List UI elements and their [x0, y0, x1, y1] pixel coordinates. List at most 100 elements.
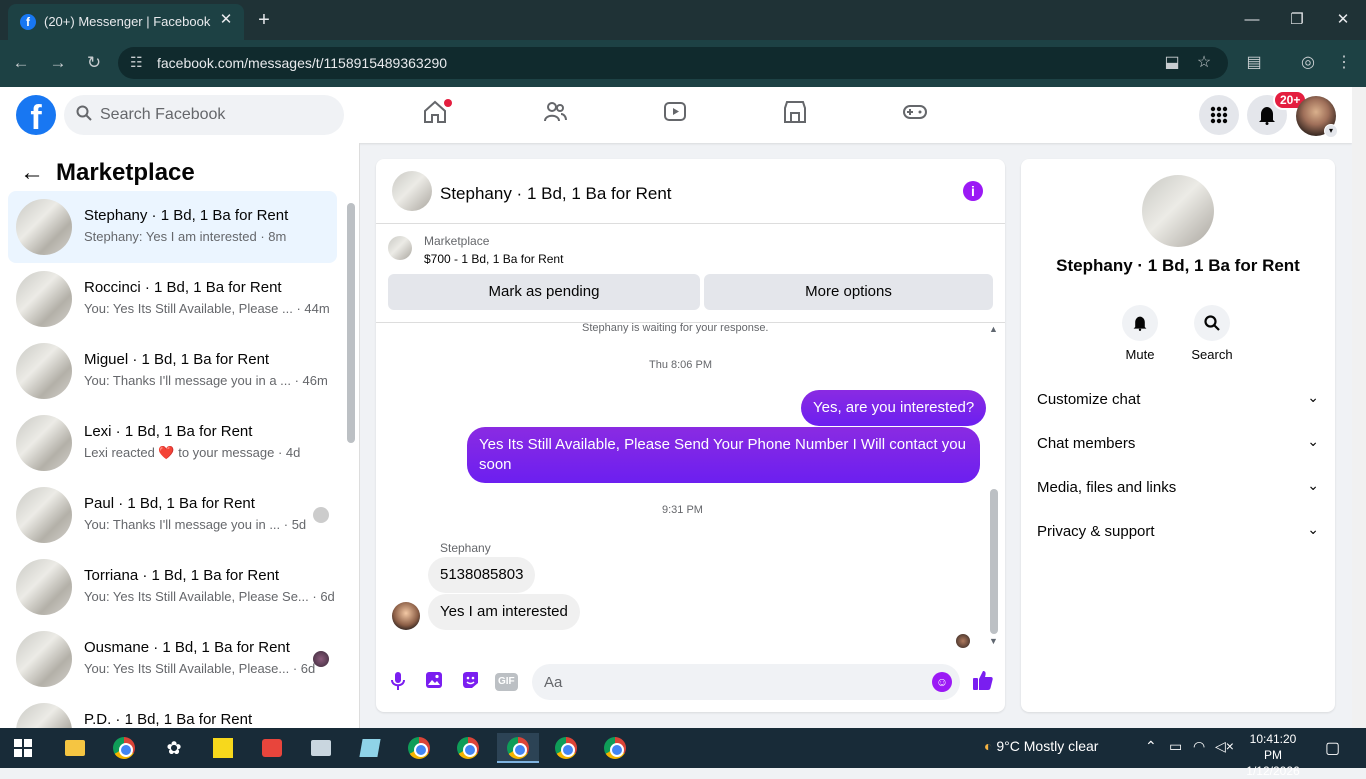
search-input[interactable]: [100, 95, 330, 135]
listing-thumbnail[interactable]: [388, 236, 412, 260]
start-windows-icon[interactable]: [8, 733, 38, 763]
facebook-search[interactable]: [64, 95, 344, 135]
browser-tab[interactable]: f (20+) Messenger | Facebook ✕: [8, 4, 244, 40]
weather-widget[interactable]: ◐ 9°C Mostly clear: [984, 738, 1098, 754]
maximize-icon[interactable]: ❐: [1282, 8, 1312, 32]
menu-grid-icon[interactable]: [1199, 95, 1239, 135]
app-icon[interactable]: [257, 733, 287, 763]
incoming-message[interactable]: Yes I am interested: [428, 594, 580, 630]
back-icon[interactable]: ←: [10, 52, 32, 74]
marketplace-icon[interactable]: [782, 99, 814, 131]
media-controls-icon[interactable]: ▤: [1243, 52, 1265, 74]
page-scrollbar[interactable]: [1352, 87, 1366, 728]
privacy-support-section[interactable]: Privacy & support ⌄: [1037, 513, 1319, 553]
file-explorer-icon[interactable]: [60, 733, 90, 763]
notification-center-icon[interactable]: ▢: [1325, 738, 1340, 758]
microphone-icon[interactable]: [387, 671, 409, 693]
sender-name: Stephany: [440, 541, 491, 555]
conversation-item[interactable]: Lexi · 1 Bd, 1 Ba for Rent Lexi reacted …: [8, 407, 337, 479]
conversation-name: P.D. · 1 Bd, 1 Ba for Rent: [84, 711, 253, 728]
friends-icon[interactable]: [542, 99, 574, 131]
conversation-name: Miguel · 1 Bd, 1 Ba for Rent: [84, 351, 270, 368]
conversation-item[interactable]: Roccinci · 1 Bd, 1 Ba for Rent You: Yes …: [8, 263, 337, 335]
home-icon[interactable]: [422, 99, 454, 131]
listing-avatar: [16, 415, 72, 471]
chrome-icon[interactable]: [109, 733, 139, 763]
chat-window: Stephany · 1 Bd, 1 Ba for Rent i Marketp…: [376, 159, 1005, 712]
sticker-icon[interactable]: [459, 671, 481, 693]
conversation-item[interactable]: Miguel · 1 Bd, 1 Ba for Rent You: Thanks…: [8, 335, 337, 407]
chat-avatar[interactable]: [392, 171, 432, 211]
chrome-icon[interactable]: [600, 733, 630, 763]
chrome-icon[interactable]: [497, 733, 539, 763]
bookmark-star-icon[interactable]: ☆: [1193, 52, 1215, 74]
windows-taskbar: ✿ ◐ 9°C Mostly clear ⌃ ▭ ◠ ◁× 10:41:20 P…: [0, 728, 1366, 778]
conversation-item[interactable]: P.D. · 1 Bd, 1 Ba for Rent: [8, 695, 337, 728]
outgoing-message[interactable]: Yes Its Still Available, Please Send You…: [467, 427, 980, 483]
close-window-icon[interactable]: ✕: [1328, 8, 1358, 32]
photo-icon[interactable]: [423, 671, 445, 693]
message-composer: GIF ☺: [376, 659, 1005, 709]
mute-action[interactable]: Mute: [1110, 305, 1170, 362]
conversation-item[interactable]: Ousmane · 1 Bd, 1 Ba for Rent You: Yes I…: [8, 623, 337, 695]
chat-title[interactable]: Stephany · 1 Bd, 1 Ba for Rent: [440, 184, 672, 204]
menu-icon[interactable]: ⋮: [1333, 52, 1355, 74]
close-tab-icon[interactable]: ✕: [216, 10, 236, 30]
chrome-icon[interactable]: [551, 733, 581, 763]
emoji-icon[interactable]: ☺: [932, 672, 952, 692]
scroll-down-arrow-icon[interactable]: ▼: [989, 636, 998, 646]
listing-title[interactable]: $700 - 1 Bd, 1 Ba for Rent: [424, 252, 563, 266]
battery-icon[interactable]: ▭: [1169, 738, 1182, 755]
back-arrow-icon[interactable]: ←: [20, 159, 44, 187]
scroll-up-arrow-icon[interactable]: ▲: [989, 324, 998, 334]
sender-avatar[interactable]: [392, 602, 420, 630]
incoming-message[interactable]: 5138085803: [428, 557, 536, 593]
facebook-logo[interactable]: f: [16, 95, 56, 135]
gaming-icon[interactable]: [902, 99, 934, 131]
outgoing-message[interactable]: Yes, are you interested?: [801, 390, 987, 426]
info-icon[interactable]: i: [963, 181, 983, 201]
profile-icon[interactable]: ◎: [1297, 52, 1319, 74]
app-icon[interactable]: [306, 733, 336, 763]
address-bar[interactable]: ☷ facebook.com/messages/t/11589154893632…: [118, 47, 1228, 79]
mark-pending-button[interactable]: Mark as pending: [388, 274, 700, 310]
chat-members-section[interactable]: Chat members ⌄: [1037, 425, 1319, 465]
conversation-item[interactable]: Torriana · 1 Bd, 1 Ba for Rent You: Yes …: [8, 551, 337, 623]
customize-chat-section[interactable]: Customize chat ⌄: [1037, 381, 1319, 421]
contact-name: Stephany · 1 Bd, 1 Ba for Rent: [1056, 256, 1300, 275]
app-icon[interactable]: [355, 733, 385, 763]
media-files-links-section[interactable]: Media, files and links ⌄: [1037, 469, 1319, 509]
new-tab-button[interactable]: +: [254, 8, 274, 32]
listing-avatar: [16, 271, 72, 327]
install-app-icon[interactable]: ⬓: [1161, 52, 1183, 74]
forward-icon[interactable]: →: [47, 52, 69, 74]
more-options-button[interactable]: More options: [704, 274, 993, 310]
watch-icon[interactable]: [662, 99, 694, 131]
chrome-icon[interactable]: [404, 733, 434, 763]
listing-avatar: [16, 631, 72, 687]
chevron-up-icon[interactable]: ⌃: [1145, 738, 1157, 755]
conversation-item[interactable]: Paul · 1 Bd, 1 Ba for Rent You: Thanks I…: [8, 479, 337, 551]
gif-icon[interactable]: GIF: [495, 671, 518, 693]
reload-icon[interactable]: ↻: [83, 52, 105, 74]
volume-muted-icon[interactable]: ◁×: [1215, 738, 1234, 755]
profile-avatar[interactable]: ▾: [1296, 96, 1338, 138]
message-input-box[interactable]: ☺: [532, 664, 960, 700]
thumbs-up-icon[interactable]: [972, 669, 994, 697]
app-icon[interactable]: ✿: [159, 733, 189, 763]
site-info-icon[interactable]: ☷: [130, 54, 143, 71]
search-action[interactable]: Search: [1182, 305, 1242, 362]
seen-avatar: [313, 651, 329, 667]
sticky-notes-icon[interactable]: [208, 733, 238, 763]
contact-avatar[interactable]: [1142, 175, 1214, 247]
conversation-item[interactable]: Stephany · 1 Bd, 1 Ba for Rent Stephany:…: [8, 191, 337, 263]
browser-toolbar: ← → ↻ ☷ facebook.com/messages/t/11589154…: [0, 40, 1366, 87]
chrome-icon[interactable]: [453, 733, 483, 763]
chat-scrollbar[interactable]: [990, 489, 998, 634]
list-scrollbar[interactable]: [347, 203, 355, 443]
wifi-icon[interactable]: ◠: [1193, 738, 1205, 755]
minimize-icon[interactable]: —: [1237, 8, 1267, 32]
message-input[interactable]: [544, 664, 924, 700]
conversation-preview: Lexi reacted ❤️ to your message · 4d: [84, 445, 301, 460]
system-clock[interactable]: 10:41:20 PM 1/12/2026: [1240, 731, 1306, 779]
